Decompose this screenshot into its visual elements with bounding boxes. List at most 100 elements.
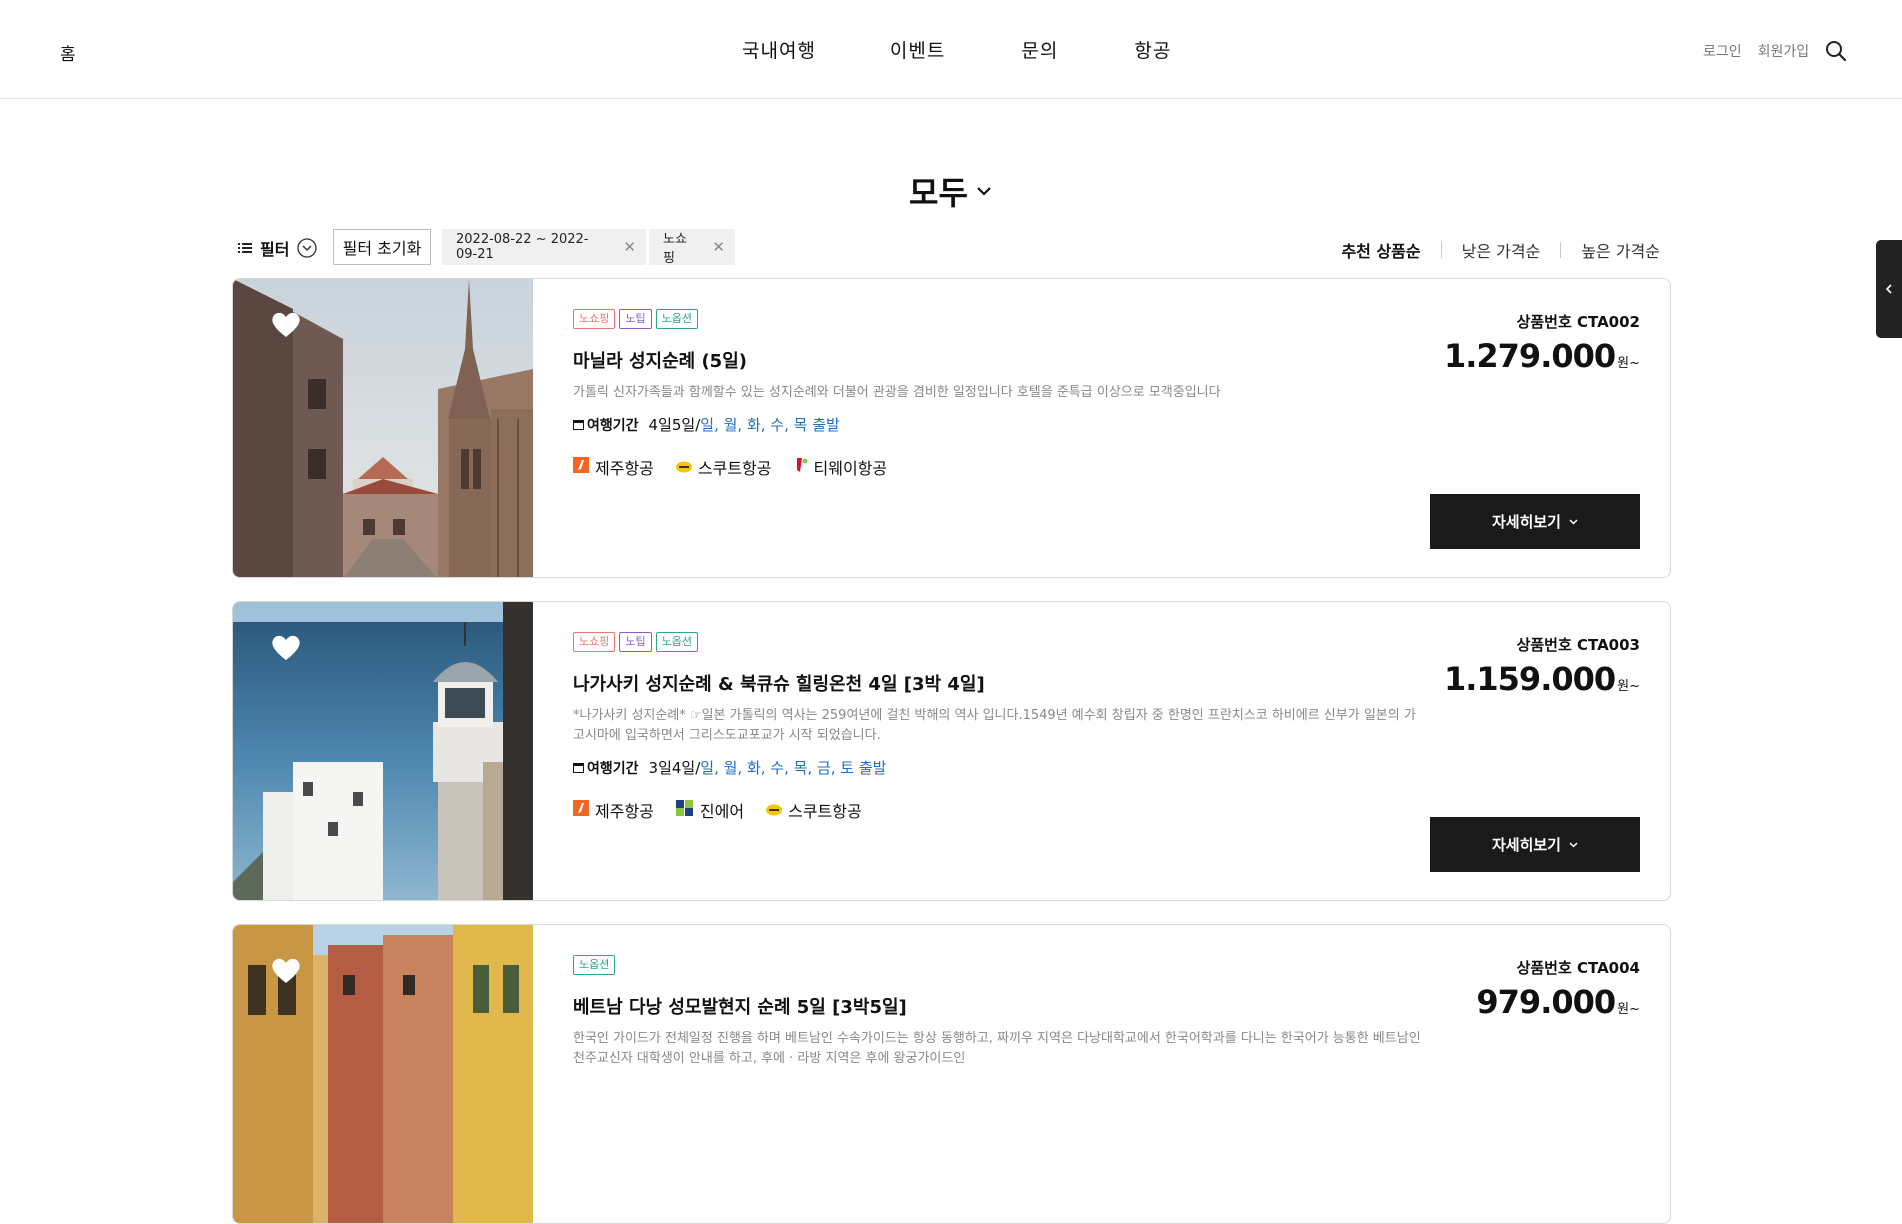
category-title: 모두: [909, 174, 968, 212]
airline-jinair: 진에어: [675, 798, 745, 822]
product-image[interactable]: [233, 602, 533, 900]
chip-label: 노쇼핑: [663, 232, 687, 266]
tway-logo-icon: [794, 457, 808, 477]
filter-chip-noshop: 노쇼핑 ✕: [649, 229, 735, 266]
product-code: 상품번호 CTA004: [1516, 959, 1640, 977]
header-utility: 로그인 회원가입: [1703, 40, 1847, 62]
close-icon[interactable]: ✕: [712, 238, 725, 256]
product-price: 1.159.000 원~: [1444, 660, 1640, 698]
product-card[interactable]: 노쇼핑 노팁 노옵션 마닐라 성지순례 (5일) 가톨릭 신자가족들과 함께할수…: [232, 278, 1671, 578]
period-label: 여행기간: [587, 417, 639, 434]
sort-options: 추천 상품순 낮은 가격순 높은 가격순: [1341, 238, 1660, 262]
scoot-logo-icon: [675, 458, 692, 477]
detail-button[interactable]: 자세히보기: [1430, 494, 1640, 549]
price-value: 979.000: [1476, 983, 1616, 1021]
chip-label: 2022-08-22 ~ 2022-09-21: [456, 232, 589, 262]
travel-period: 여행기간 3일4일/ 일, 월, 화, 수, 목, 금, 토 출발: [573, 757, 886, 778]
product-card[interactable]: 노옵션 베트남 다낭 성모발현지 순례 5일 [3박5일] 한국인 가이드가 전…: [232, 924, 1671, 1224]
divider: [1560, 242, 1562, 258]
airline-scoot: 스쿠트항공: [675, 455, 772, 479]
product-title[interactable]: 나가사키 성지순례 & 북큐슈 힐링온천 4일 [3박 4일]: [573, 670, 985, 696]
tag-no-shopping: 노쇼핑: [573, 632, 616, 652]
travel-period: 여행기간 4일5일/ 일, 월, 화, 수, 목 출발: [573, 414, 840, 435]
tag-no-option: 노옵션: [655, 309, 698, 329]
filter-toggle[interactable]: 필터: [238, 229, 318, 267]
price-unit: 원~: [1617, 356, 1640, 371]
jinair-logo-icon: [675, 800, 694, 820]
period-days: 일, 월, 화, 수, 목, 금, 토 출발: [700, 759, 887, 777]
nav-domestic-travel[interactable]: 국내여행: [742, 36, 816, 63]
airline-name: 진에어: [699, 802, 745, 821]
side-panel-toggle[interactable]: [1876, 240, 1902, 338]
home-link[interactable]: 홈: [60, 40, 76, 65]
close-icon[interactable]: ✕: [623, 238, 636, 256]
heart-icon[interactable]: [271, 957, 301, 984]
sort-recommended[interactable]: 추천 상품순: [1341, 238, 1420, 262]
jeju-air-logo-icon: [573, 800, 589, 820]
detail-button-label: 자세히보기: [1491, 513, 1561, 531]
product-price: 1.279.000 원~: [1444, 337, 1640, 375]
airline-name: 스쿠트항공: [697, 459, 772, 478]
product-image[interactable]: [233, 925, 533, 1223]
product-description: *나가사키 성지순례* ☞일본 가톨릭의 역사는 259여년에 걸친 박해의 역…: [573, 708, 1416, 743]
period-value: 4일5일/: [648, 416, 701, 434]
site-header: 홈 국내여행 이벤트 문의 항공 로그인 회원가입: [0, 0, 1902, 99]
price-unit: 원~: [1617, 679, 1640, 694]
airline-scoot: 스쿠트항공: [766, 798, 862, 822]
chevron-down-icon: [1569, 841, 1578, 848]
product-price: 979.000 원~: [1476, 983, 1640, 1021]
airline-tway: 티웨이항공: [794, 455, 888, 479]
nav-flight[interactable]: 항공: [1134, 36, 1171, 63]
scoot-logo-icon: [766, 801, 783, 820]
nav-event[interactable]: 이벤트: [890, 36, 945, 63]
login-link[interactable]: 로그인: [1703, 41, 1742, 61]
product-tags: 노쇼핑 노팁 노옵션: [573, 632, 698, 652]
tag-no-tip: 노팁: [619, 632, 652, 652]
filter-chip-date: 2022-08-22 ~ 2022-09-21 ✕: [442, 229, 646, 265]
airline-list: 제주항공 진에어 스쿠트항공: [573, 798, 884, 822]
period-label: 여행기간: [587, 760, 639, 777]
search-icon[interactable]: [1825, 40, 1847, 62]
product-tags: 노쇼핑 노팁 노옵션: [573, 309, 698, 329]
filter-reset-button[interactable]: 필터 초기화: [333, 229, 431, 265]
main-nav: 국내여행 이벤트 문의 항공: [742, 36, 1171, 63]
jeju-air-logo-icon: [573, 457, 589, 477]
tag-no-shopping: 노쇼핑: [573, 309, 616, 329]
list-icon: [238, 243, 252, 253]
chevron-circle-icon: [297, 238, 318, 258]
detail-button[interactable]: 자세히보기: [1430, 817, 1640, 872]
price-value: 1.159.000: [1443, 660, 1616, 698]
detail-button-label: 자세히보기: [1491, 836, 1561, 854]
divider: [1440, 242, 1442, 258]
filter-label: 필터: [260, 240, 290, 259]
tag-no-tip: 노팁: [619, 309, 652, 329]
airline-name: 스쿠트항공: [788, 802, 862, 821]
product-tags: 노옵션: [573, 955, 616, 975]
nav-inquiry[interactable]: 문의: [1021, 36, 1058, 63]
tag-no-option: 노옵션: [573, 955, 616, 975]
airline-name: 제주항공: [595, 802, 654, 821]
airline-list: 제주항공 스쿠트항공 티웨이항공: [573, 455, 909, 479]
heart-icon[interactable]: [271, 634, 301, 661]
product-description: 한국인 가이드가 전체일정 진행을 하며 베트남인 수속가이드는 항상 동행하고…: [573, 1031, 1421, 1066]
product-description: 가톨릭 신자가족들과 함께할수 있는 성지순례와 더불어 관광을 겸비한 일정입…: [573, 385, 1221, 400]
sort-price-high[interactable]: 높은 가격순: [1581, 238, 1660, 262]
sort-price-low[interactable]: 낮은 가격순: [1462, 238, 1541, 262]
product-image[interactable]: [233, 279, 533, 577]
airline-jeju: 제주항공: [573, 798, 654, 822]
category-dropdown[interactable]: 모두: [909, 168, 992, 214]
period-days: 일, 월, 화, 수, 목 출발: [700, 416, 840, 434]
product-code: 상품번호 CTA003: [1516, 636, 1640, 654]
heart-icon[interactable]: [271, 311, 301, 338]
period-value: 3일4일/: [648, 759, 701, 777]
product-code: 상품번호 CTA002: [1516, 313, 1640, 331]
product-title[interactable]: 마닐라 성지순례 (5일): [573, 347, 747, 373]
airline-name: 제주항공: [595, 459, 654, 478]
product-card[interactable]: 노쇼핑 노팁 노옵션 나가사키 성지순례 & 북큐슈 힐링온천 4일 [3박 4…: [232, 601, 1671, 901]
airline-name: 티웨이항공: [813, 459, 888, 478]
price-unit: 원~: [1617, 1002, 1640, 1017]
filter-bar: 필터 필터 초기화 2022-08-22 ~ 2022-09-21 ✕ 노쇼핑 …: [238, 229, 1660, 267]
calendar-icon: [573, 763, 584, 773]
join-link[interactable]: 회원가입: [1758, 41, 1810, 61]
product-title[interactable]: 베트남 다낭 성모발현지 순례 5일 [3박5일]: [573, 993, 907, 1019]
